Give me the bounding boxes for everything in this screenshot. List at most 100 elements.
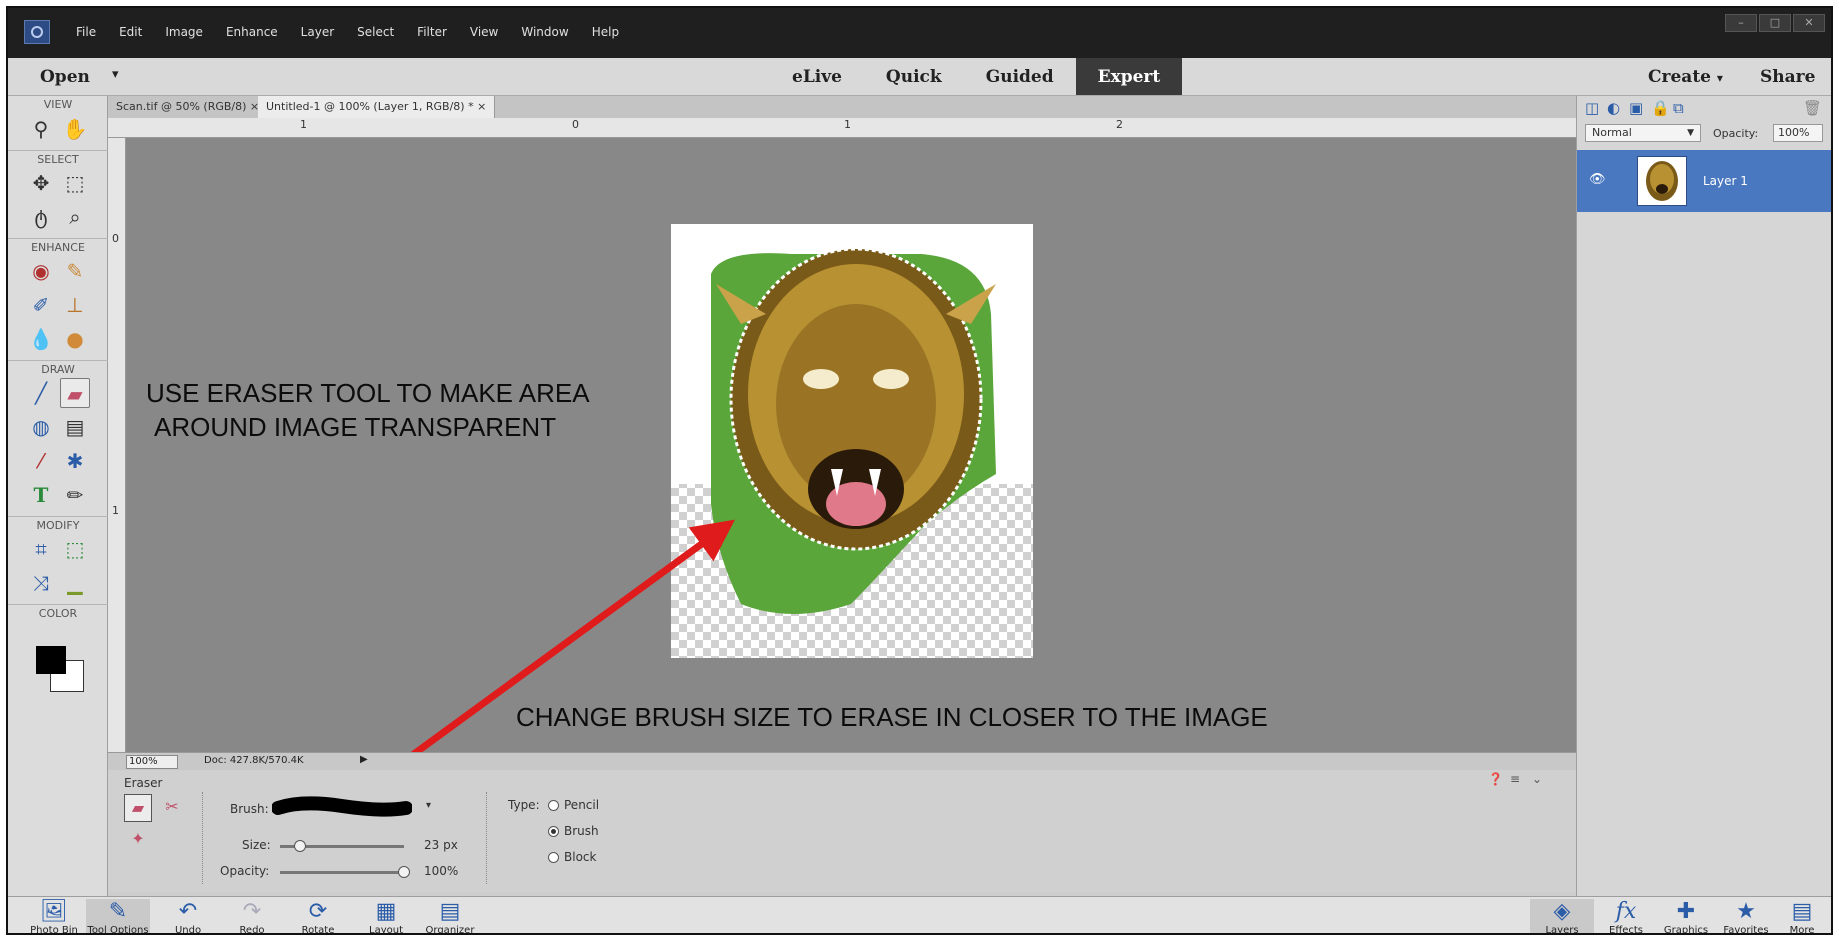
- menu-file[interactable]: File: [76, 25, 96, 39]
- menu-edit[interactable]: Edit: [119, 25, 142, 39]
- pencil-tool-icon[interactable]: ✏: [60, 480, 90, 510]
- maximize-icon[interactable]: □: [1759, 14, 1791, 32]
- brush-dropdown-icon[interactable]: ▾: [426, 800, 431, 811]
- collapse-icon[interactable]: ⌄: [1532, 772, 1542, 786]
- effects-button[interactable]: fx Effects: [1594, 899, 1658, 933]
- mode-tab-guided[interactable]: Guided: [964, 58, 1076, 95]
- redo-button[interactable]: ↷ Redo: [220, 899, 284, 933]
- menu-enhance[interactable]: Enhance: [226, 25, 278, 39]
- marquee-tool-icon[interactable]: ⬚: [60, 168, 90, 198]
- radio-indicator[interactable]: [548, 826, 559, 837]
- menu-filter[interactable]: Filter: [417, 25, 447, 39]
- visibility-eye-icon[interactable]: 👁: [1589, 172, 1606, 187]
- brush-preset-picker[interactable]: [271, 796, 413, 817]
- mode-tab-quick[interactable]: Quick: [864, 58, 964, 95]
- gradient-tool-icon[interactable]: ▤: [60, 412, 90, 442]
- layer-opacity-field[interactable]: 100%: [1773, 124, 1823, 142]
- straighten-tool-icon[interactable]: ▁: [60, 568, 90, 598]
- layer-mask-icon[interactable]: ▣: [1629, 99, 1643, 117]
- menu-layer[interactable]: Layer: [301, 25, 334, 39]
- crop-tool-icon[interactable]: ⌗: [26, 534, 56, 564]
- link-layers-icon[interactable]: ⧉: [1673, 99, 1684, 117]
- menu-select[interactable]: Select: [357, 25, 394, 39]
- adjustment-layer-icon[interactable]: ◐: [1607, 99, 1620, 117]
- custom-shape-tool-icon[interactable]: ✱: [60, 446, 90, 476]
- document-tabs: Scan.tif @ 50% (RGB/8) × Untitled-1 @ 10…: [108, 96, 1576, 118]
- favorites-button[interactable]: ★ Favorites: [1714, 899, 1778, 933]
- type-brush-radio[interactable]: Brush: [548, 824, 599, 838]
- open-button[interactable]: Open: [40, 67, 90, 87]
- canvas-area[interactable]: [126, 138, 1576, 752]
- opacity-slider-knob[interactable]: [398, 866, 410, 878]
- clone-stamp-tool-icon[interactable]: ⊥: [60, 290, 90, 320]
- mode-tab-expert[interactable]: Expert: [1075, 58, 1183, 95]
- trash-icon[interactable]: 🗑: [1803, 99, 1822, 117]
- brush-tool-icon[interactable]: ╱: [26, 378, 56, 408]
- eyedropper-tool-icon[interactable]: ⁄: [26, 446, 56, 476]
- layers-button[interactable]: ◈ Layers: [1530, 899, 1594, 933]
- zoom-field[interactable]: 100%: [126, 755, 178, 769]
- content-aware-move-tool-icon[interactable]: ⤨: [26, 568, 56, 598]
- smart-brush-tool-icon[interactable]: ✐: [26, 290, 56, 320]
- recompose-tool-icon[interactable]: ⬚: [60, 534, 90, 564]
- photo-bin-button[interactable]: 🖼 Photo Bin: [22, 899, 86, 933]
- minimize-icon[interactable]: –: [1725, 14, 1757, 32]
- more-button[interactable]: ▤ More: [1770, 899, 1831, 933]
- new-layer-icon[interactable]: ◫: [1585, 99, 1599, 117]
- menu-image[interactable]: Image: [165, 25, 203, 39]
- background-eraser-icon[interactable]: ✂: [158, 794, 186, 822]
- lock-icon[interactable]: 🔒: [1651, 99, 1670, 117]
- size-value[interactable]: 23 px: [424, 838, 458, 852]
- type-block-radio[interactable]: Block: [548, 850, 596, 864]
- tool-options-button[interactable]: ✎ Tool Options: [86, 899, 150, 933]
- close-icon[interactable]: ✕: [1793, 14, 1825, 32]
- rotate-button[interactable]: ⟳ Rotate: [286, 899, 350, 933]
- magic-eraser-icon[interactable]: ✦: [124, 826, 152, 854]
- menu-view[interactable]: View: [470, 25, 498, 39]
- hand-tool-icon[interactable]: ✋: [60, 114, 90, 144]
- menu-help[interactable]: Help: [592, 25, 619, 39]
- opacity-slider-track[interactable]: [280, 871, 404, 874]
- lasso-tool-icon[interactable]: ტ: [26, 202, 56, 232]
- layer-row[interactable]: 👁 Layer 1: [1577, 150, 1831, 212]
- sponge-tool-icon[interactable]: ●: [60, 324, 90, 354]
- eraser-mode-icon[interactable]: ▰: [124, 794, 152, 822]
- radio-indicator[interactable]: [548, 852, 559, 863]
- type-pencil-radio[interactable]: Pencil: [548, 798, 599, 812]
- blend-mode-select[interactable]: Normal ▼: [1585, 124, 1701, 142]
- layer-opacity-label: Opacity:: [1713, 127, 1759, 140]
- color-swatches[interactable]: [36, 646, 88, 696]
- layout-button[interactable]: ▦ Layout: [354, 899, 418, 933]
- panel-menu-icon[interactable]: ≡: [1510, 772, 1520, 786]
- size-slider-knob[interactable]: [294, 840, 306, 852]
- move-tool-icon[interactable]: ✥: [26, 168, 56, 198]
- button-label: Undo: [174, 925, 202, 935]
- status-menu-icon[interactable]: ▶: [360, 754, 368, 765]
- share-button[interactable]: Share: [1760, 67, 1815, 87]
- blur-tool-icon[interactable]: 💧: [26, 324, 56, 354]
- doc-tab-untitled[interactable]: Untitled-1 @ 100% (Layer 1, RGB/8) * ×: [258, 96, 496, 118]
- type-tool-icon[interactable]: T: [26, 480, 56, 510]
- document-image[interactable]: [671, 224, 1033, 658]
- mode-tab-elive[interactable]: eLive: [770, 58, 864, 95]
- foreground-color-swatch[interactable]: [36, 646, 66, 674]
- rotate-icon: ⟳: [308, 899, 328, 924]
- eraser-tool-icon[interactable]: ▰: [60, 378, 90, 408]
- menu-window[interactable]: Window: [521, 25, 568, 39]
- paint-bucket-tool-icon[interactable]: ◍: [26, 412, 56, 442]
- open-dropdown-icon[interactable]: ▾: [112, 67, 119, 82]
- quick-selection-tool-icon[interactable]: ⌕: [60, 202, 90, 232]
- healing-brush-tool-icon[interactable]: ✎: [60, 256, 90, 286]
- undo-button[interactable]: ↶ Undo: [156, 899, 220, 935]
- doc-tab-scan[interactable]: Scan.tif @ 50% (RGB/8) ×: [108, 96, 269, 118]
- zoom-tool-icon[interactable]: ⚲: [26, 114, 56, 144]
- red-eye-tool-icon[interactable]: ◉: [26, 256, 56, 286]
- close-tab-icon[interactable]: ×: [477, 100, 486, 113]
- opacity-value[interactable]: 100%: [424, 864, 458, 878]
- create-button[interactable]: Create ▾: [1648, 67, 1723, 87]
- organizer-icon: ▤: [439, 899, 461, 924]
- help-icon[interactable]: ❓: [1488, 772, 1503, 786]
- radio-indicator[interactable]: [548, 800, 559, 811]
- graphics-button[interactable]: ✚ Graphics: [1654, 899, 1718, 933]
- organizer-button[interactable]: ▤ Organizer: [418, 899, 482, 933]
